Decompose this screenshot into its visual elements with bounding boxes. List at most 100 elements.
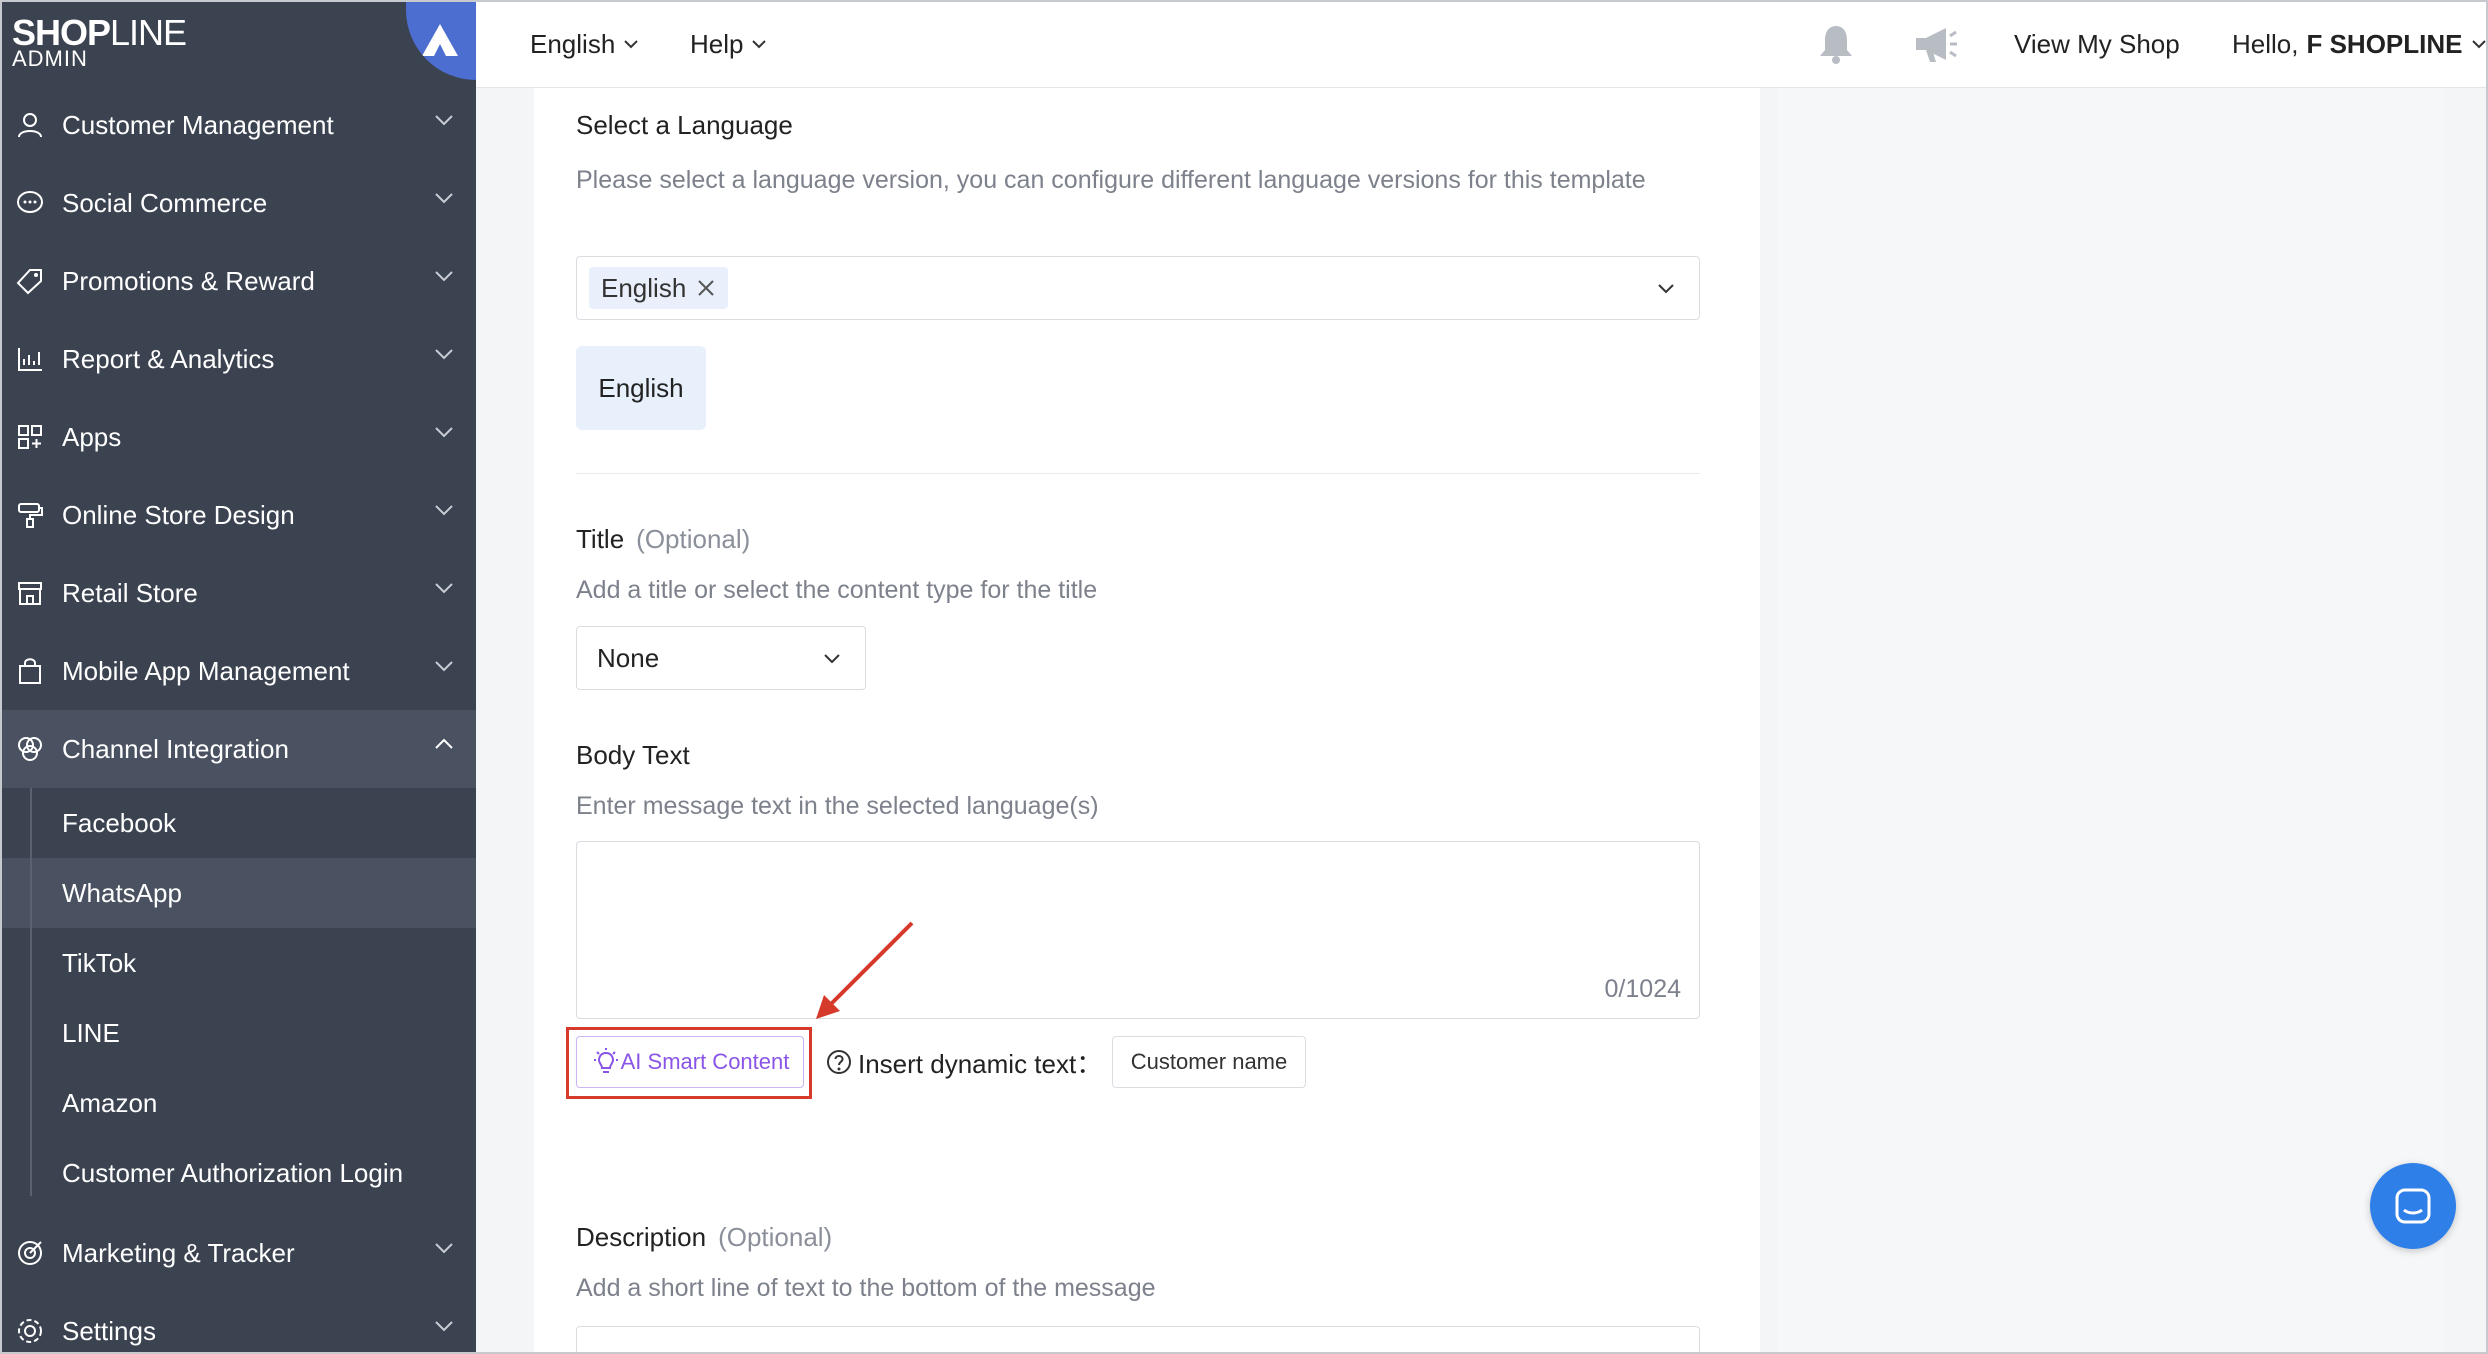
sidebar-item-online-store-design[interactable]: Online Store Design (0, 476, 476, 554)
sidebar-item-retail-store[interactable]: Retail Store (0, 554, 476, 632)
sidebar-sub-item-facebook[interactable]: Facebook (0, 788, 476, 858)
paint-roller-icon (14, 499, 46, 531)
collapse-corner[interactable] (406, 0, 476, 80)
channels-icon (14, 733, 46, 765)
select-language-label: Select a Language (576, 110, 793, 140)
logo-thin: LINE (110, 12, 187, 53)
chevron-down-icon (752, 40, 767, 49)
chevron-down-icon (435, 661, 453, 672)
sidebar-item-label: Channel Integration (62, 733, 289, 764)
chat-bubble-icon (2395, 1188, 2431, 1224)
help-label: Help (690, 28, 744, 59)
sidebar-sub-item-whatsapp[interactable]: WhatsApp (0, 858, 476, 928)
title-type-select[interactable]: None (576, 626, 866, 690)
top-bar: English Help View My Shop Hello, F SHOPLI… (476, 0, 2488, 88)
gear-icon (14, 1315, 46, 1347)
ai-smart-content-button[interactable]: AI Smart Content (576, 1036, 804, 1088)
sidebar-item-mobile-app[interactable]: Mobile App Management (0, 632, 476, 710)
title-help: Add a title or select the content type f… (576, 576, 1098, 604)
channel-sub-menu: Facebook WhatsApp TikTok LINE Amazon Cus… (0, 788, 476, 1208)
description-help: Add a short line of text to the bottom o… (576, 1274, 1156, 1302)
body-text-label: Body Text (576, 740, 690, 770)
question-circle-icon[interactable] (826, 1049, 852, 1075)
description-label-text: Description (576, 1222, 707, 1252)
chevron-down-icon (435, 427, 453, 438)
bulb-icon (593, 1048, 618, 1073)
admin-label: ADMIN (12, 46, 88, 71)
sidebar-item-label: Report & Analytics (62, 343, 275, 374)
language-label: English (530, 28, 616, 59)
sub-menu-line (30, 788, 32, 1196)
megaphone-icon (1916, 28, 1957, 62)
hello-label: Hello, (2232, 28, 2299, 59)
section-divider (576, 473, 1700, 474)
chevron-down-icon (2471, 40, 2486, 49)
announcement-button[interactable] (1912, 0, 1960, 88)
sidebar-item-social-commerce[interactable]: Social Commerce (0, 164, 476, 242)
user-name: F SHOPLINE (2306, 28, 2463, 59)
store-icon (14, 577, 46, 609)
chat-icon (14, 187, 46, 219)
title-label: Title (Optional) (576, 524, 750, 555)
sidebar-item-label: Online Store Design (62, 499, 295, 530)
sidebar-item-marketing-tracker[interactable]: Marketing & Tracker (0, 1214, 476, 1292)
chevron-down-icon (1658, 284, 1674, 294)
chevron-up-icon (435, 738, 453, 749)
logo-mark-icon (422, 24, 458, 56)
notification-button[interactable] (1814, 0, 1858, 88)
user-menu[interactable]: Hello, F SHOPLINE (2232, 0, 2487, 88)
title-optional: (Optional) (636, 524, 751, 554)
bag-icon (14, 655, 46, 687)
help-dropdown[interactable]: Help (690, 0, 767, 88)
user-icon (14, 109, 46, 141)
body-text-input[interactable]: 0/1024 (576, 841, 1700, 1019)
annotation-arrow-icon (816, 921, 914, 1019)
description-label: Description (Optional) (576, 1222, 832, 1253)
description-input[interactable] (576, 1326, 1700, 1354)
sidebar-item-promotions[interactable]: Promotions & Reward (0, 242, 476, 320)
character-counter: 0/1024 (1604, 975, 1681, 1003)
template-form-card: Select a Language Please select a langua… (534, 88, 1760, 1354)
chevron-down-icon (435, 583, 453, 594)
customer-name-chip[interactable]: Customer name (1112, 1036, 1306, 1088)
language-tag: English (589, 267, 729, 309)
select-language-help: Please select a language version, you ca… (576, 166, 1646, 194)
sidebar-item-label: Mobile App Management (62, 655, 350, 686)
sidebar-sub-item-tiktok[interactable]: TikTok (0, 928, 476, 998)
insert-dynamic-label: Insert dynamic text： (858, 1048, 1103, 1079)
sidebar-item-settings[interactable]: Settings (0, 1292, 476, 1354)
sidebar: SHOPLINE ADMIN Customer Management Socia… (0, 0, 476, 1354)
language-multiselect[interactable]: English (576, 256, 1700, 320)
target-icon (14, 1237, 46, 1269)
view-my-shop-link[interactable]: View My Shop (2014, 0, 2180, 88)
sidebar-item-label: Promotions & Reward (62, 265, 315, 296)
sidebar-item-apps[interactable]: Apps (0, 398, 476, 476)
sidebar-item-report-analytics[interactable]: Report & Analytics (0, 320, 476, 398)
chevron-down-icon (435, 271, 453, 282)
sidebar-item-label: Marketing & Tracker (62, 1237, 295, 1268)
language-tag-label: English (601, 272, 687, 303)
sidebar-item-customer-management[interactable]: Customer Management (0, 86, 476, 164)
title-type-value: None (597, 643, 660, 673)
chevron-down-icon (435, 1321, 453, 1332)
close-icon[interactable] (696, 278, 716, 298)
chevron-down-icon (824, 654, 840, 664)
title-label-text: Title (576, 524, 625, 554)
preview-panel (1778, 88, 2444, 1354)
sidebar-item-label: Apps (62, 421, 122, 452)
language-tab-english[interactable]: English (576, 346, 706, 430)
sidebar-sub-item-line[interactable]: LINE (0, 998, 476, 1068)
sidebar-item-label: Customer Management (62, 109, 334, 140)
sidebar-item-label: Settings (62, 1315, 156, 1346)
chevron-down-icon (435, 1243, 453, 1254)
live-chat-button[interactable] (2370, 1163, 2456, 1249)
chevron-down-icon (624, 40, 638, 49)
sidebar-item-channel-integration[interactable]: Channel Integration (0, 710, 476, 788)
chevron-down-icon (435, 505, 453, 516)
language-dropdown[interactable]: English (530, 0, 639, 88)
chevron-down-icon (435, 349, 453, 360)
chart-icon (14, 343, 46, 375)
sidebar-sub-item-amazon[interactable]: Amazon (0, 1068, 476, 1138)
description-optional: (Optional) (718, 1222, 833, 1252)
sidebar-sub-item-customer-authorization-login[interactable]: Customer Authorization Login (0, 1138, 476, 1208)
